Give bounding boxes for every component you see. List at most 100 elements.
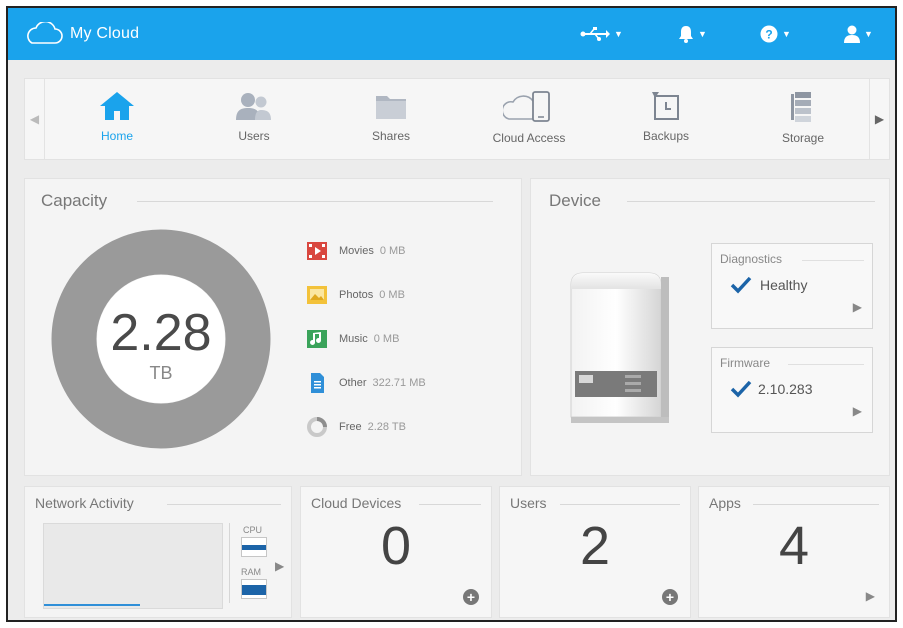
nav-item-backups[interactable]: Backups	[611, 85, 721, 155]
capacity-total-unit: TB	[149, 363, 173, 383]
checkmark-icon	[730, 380, 752, 398]
ram-meter	[241, 579, 267, 599]
nav-prev-arrow[interactable]: ◀	[25, 79, 45, 159]
bell-icon	[679, 26, 693, 43]
network-title: Network Activity	[35, 495, 134, 511]
cloud-devices-title: Cloud Devices	[311, 495, 402, 511]
nav-next-arrow[interactable]: ▶	[869, 79, 889, 159]
card-divider	[802, 260, 864, 261]
legend-music: Music 0 MB	[307, 329, 399, 349]
chevron-right-icon[interactable]: ▶	[275, 559, 284, 573]
card-divider	[788, 364, 864, 365]
users-title: Users	[510, 495, 547, 511]
legend-value: 0 MB	[379, 245, 406, 257]
app-logo[interactable]: My Cloud	[22, 22, 139, 46]
chevron-right-icon[interactable]: ▶	[866, 589, 875, 603]
user-icon	[844, 25, 860, 43]
nav-label: Shares	[371, 129, 411, 143]
cloud-logo-icon	[27, 22, 63, 44]
pie-icon	[307, 417, 327, 437]
nav-item-storage[interactable]: Storage	[748, 85, 858, 155]
firmware-value: 2.10.283	[758, 381, 813, 397]
apps-title: Apps	[709, 495, 741, 511]
help-icon: ?	[760, 25, 778, 43]
legend-movies: Movies 0 MB	[307, 241, 406, 261]
network-graph-line	[44, 604, 140, 606]
usb-menu[interactable]: ▼	[580, 22, 623, 46]
title-divider	[560, 504, 680, 505]
storage-icon	[791, 92, 811, 122]
document-icon	[307, 373, 327, 393]
divider	[229, 523, 230, 603]
title-divider	[753, 504, 879, 505]
svg-text:?: ?	[765, 28, 772, 42]
cloud-devices-panel: Cloud Devices 0 +	[300, 486, 492, 618]
film-icon	[307, 241, 327, 261]
legend-other: Other 322.71 MB	[307, 373, 426, 393]
capacity-total-value: 2.28	[110, 304, 212, 362]
users-count: 2	[579, 516, 611, 576]
ram-label: RAM	[241, 567, 261, 577]
users-icon	[236, 93, 271, 120]
legend-value: 322.71 MB	[372, 377, 426, 389]
nav-label: Users	[238, 129, 270, 143]
capacity-title: Capacity	[41, 191, 108, 210]
diagnostics-title: Diagnostics	[720, 252, 783, 266]
nav-item-users[interactable]: Users	[199, 85, 309, 155]
chevron-right-icon: ▶	[852, 404, 862, 418]
legend-value: 0 MB	[373, 333, 400, 345]
top-bar: My Cloud ▼ ▼ ? ▼ ▼	[8, 8, 895, 60]
add-user-button[interactable]: +	[662, 589, 678, 605]
diagnostics-card[interactable]: Diagnostics Healthy ▶	[711, 243, 873, 329]
app-frame: My Cloud ▼ ▼ ? ▼ ▼ ◀ Home Users Shares C…	[6, 6, 897, 622]
firmware-title: Firmware	[720, 356, 770, 370]
legend-label: Other	[339, 377, 367, 389]
chevron-down-icon: ▼	[698, 29, 707, 39]
checkmark-icon	[730, 276, 752, 294]
chevron-down-icon: ▼	[614, 29, 623, 39]
device-title: Device	[549, 191, 601, 210]
device-panel: Device Diagnostics Healthy ▶ Firmware 2.…	[530, 178, 890, 476]
nav-label: Storage	[781, 131, 825, 145]
network-activity-panel: Network Activity CPU RAM ▶	[24, 486, 292, 618]
nav-item-shares[interactable]: Shares	[336, 85, 446, 155]
title-divider	[627, 201, 875, 202]
user-menu[interactable]: ▼	[844, 22, 873, 46]
usb-icon	[580, 27, 610, 41]
chevron-right-icon: ▶	[852, 300, 862, 314]
legend-value: 2.28 TB	[367, 421, 406, 433]
network-graph	[43, 523, 223, 609]
diagnostics-status: Healthy	[730, 276, 807, 294]
nas-device-image	[570, 272, 669, 423]
nav-item-home[interactable]: Home	[62, 85, 172, 155]
legend-photos: Photos 0 MB	[307, 285, 405, 305]
main-nav: ◀ Home Users Shares Cloud Access Backups…	[24, 78, 890, 160]
music-icon	[307, 329, 327, 349]
legend-label: Free	[339, 421, 362, 433]
help-menu[interactable]: ? ▼	[760, 22, 791, 46]
chevron-down-icon: ▼	[782, 29, 791, 39]
cloud-devices-count: 0	[380, 516, 412, 576]
notifications-menu[interactable]: ▼	[678, 22, 707, 46]
legend-label: Movies	[339, 245, 374, 257]
nav-label: Backups	[642, 129, 690, 143]
nav-label: Home	[100, 129, 133, 143]
legend-label: Photos	[339, 289, 374, 301]
legend-value: 0 MB	[379, 289, 405, 301]
photo-icon	[307, 285, 327, 305]
apps-count: 4	[778, 516, 810, 576]
firmware-card[interactable]: Firmware 2.10.283 ▶	[711, 347, 873, 433]
title-divider	[137, 201, 493, 202]
title-divider	[419, 504, 481, 505]
legend-free: Free 2.28 TB	[307, 417, 406, 437]
cloud-device-icon	[503, 91, 550, 122]
title-divider	[167, 504, 281, 505]
add-cloud-device-button[interactable]: +	[463, 589, 479, 605]
cpu-label: CPU	[243, 525, 263, 535]
backup-icon	[652, 92, 679, 120]
apps-panel: Apps 4 ▶	[698, 486, 890, 618]
nav-item-cloud-access[interactable]: Cloud Access	[474, 85, 584, 155]
folder-icon	[376, 96, 406, 119]
cpu-meter-fill	[242, 545, 266, 550]
chevron-down-icon: ▼	[864, 29, 873, 39]
